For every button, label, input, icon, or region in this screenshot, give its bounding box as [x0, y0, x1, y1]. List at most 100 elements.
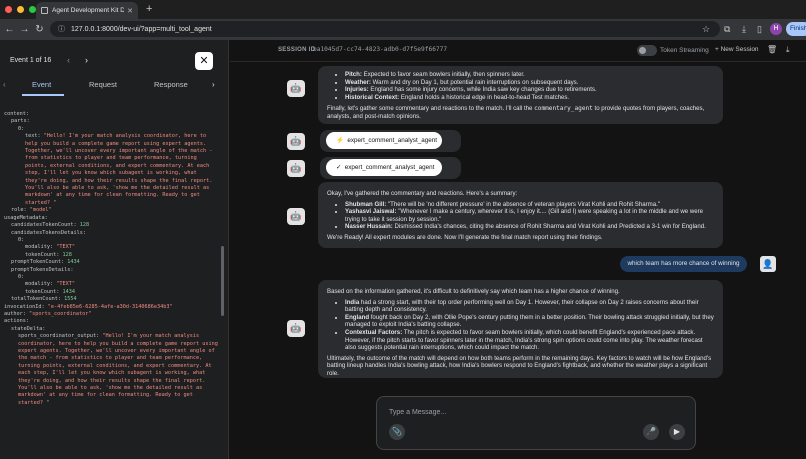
json-tree-line: modality: "TEXT": [4, 281, 220, 288]
bot-avatar-icon: 🤖: [287, 208, 305, 225]
item-text: had a strong start, with their top order…: [345, 298, 699, 314]
item-text: fought back on Day 2, with Ollie Pope's …: [345, 313, 714, 329]
bookmark-star-icon[interactable]: ☆: [702, 24, 710, 35]
tab-request[interactable]: Request: [89, 80, 117, 89]
json-value: "e-4feb85e6-6285-4afe-a30d-3140686e34b3": [47, 303, 173, 310]
list-item: Nasser Hussain: Dismissed India's chance…: [345, 223, 714, 231]
json-tree-line: 0:: [4, 126, 220, 133]
microphone-icon[interactable]: 🎤: [643, 424, 659, 440]
message-text: Okay, I've gathered the commentary and r…: [327, 190, 518, 197]
message-input[interactable]: Type a Message...: [389, 409, 446, 416]
json-value: "TEXT": [56, 244, 75, 251]
json-key: sports_coordinator_output:: [18, 333, 100, 340]
panel-scrollbar[interactable]: [221, 246, 224, 316]
json-key: candidatesTokenCount:: [11, 222, 77, 229]
item-heading: Historical Context:: [345, 93, 400, 101]
download-icon[interactable]: ⤓: [786, 45, 790, 55]
item-heading: India: [345, 298, 360, 306]
user-message: which team has more chance of winning: [620, 256, 747, 272]
json-tree-line: usageMetadata:: [4, 215, 220, 222]
next-event-icon[interactable]: ›: [85, 55, 88, 65]
json-key: tokenCount:: [25, 251, 60, 258]
json-tree-line: text: "Hello! I'm your match analysis co…: [4, 133, 220, 207]
json-tree-line: modality: "TEXT": [4, 244, 220, 251]
window-minimize-dot[interactable]: [17, 6, 24, 13]
tabs-scroll-right-icon[interactable]: ›: [212, 80, 215, 89]
new-session-label: New Session: [720, 46, 759, 53]
function-response-chip[interactable]: ✓ expert_comment_analyst_agent: [326, 159, 442, 176]
previous-event-icon[interactable]: ‹: [67, 55, 70, 65]
json-key: parts:: [11, 118, 30, 125]
downloads-icon[interactable]: ⤓: [742, 24, 746, 35]
token-streaming-label: Token Streaming: [660, 47, 709, 54]
sidepanel-icon[interactable]: ▯: [757, 24, 762, 35]
list-item: Contextual Factors: The pitch is expecte…: [345, 329, 714, 352]
reload-icon[interactable]: ↻: [32, 24, 47, 35]
session-id-value: ba1045d7-cc74-4823-adb0-d7f5e9f66777: [313, 46, 448, 53]
delete-session-icon[interactable]: 🗑: [767, 45, 777, 54]
new-tab-icon[interactable]: +: [146, 3, 152, 15]
event-json-tree: content: parts: 0: text: "Hello! I'm your m…: [4, 111, 220, 407]
json-tree-line: candidatesTokensDetails:: [4, 230, 220, 237]
item-heading: Contextual Factors:: [345, 328, 403, 336]
json-tree-line: actions:: [4, 318, 220, 325]
function-response-label: expert_comment_analyst_agent: [344, 164, 435, 171]
json-tree-line: content:: [4, 111, 220, 118]
site-info-icon[interactable]: ⓘ: [58, 24, 65, 34]
item-heading: England: [345, 313, 370, 321]
json-key: modality:: [25, 244, 54, 251]
json-tree-line: tokenCount: 1434: [4, 289, 220, 296]
json-key: 0:: [18, 125, 25, 132]
item-text: England has some injury concerns, while …: [368, 86, 597, 94]
json-value: "Hello! I'm your match analysis coordina…: [18, 333, 218, 406]
json-tree-line: parts:: [4, 118, 220, 125]
json-key: text:: [25, 133, 41, 140]
close-panel-button[interactable]: ✕: [195, 52, 213, 70]
json-tree-line: totalTokenCount: 1554: [4, 296, 220, 303]
json-tree-line: candidatesTokenCount: 128: [4, 222, 220, 229]
inspector-tabs: ‹ Event Request Response ›: [0, 76, 229, 96]
list-item: England fought back on Day 2, with Ollie…: [345, 314, 714, 329]
json-key: promptTokenCount:: [11, 259, 65, 266]
back-icon[interactable]: ←: [2, 24, 17, 35]
browser-tab[interactable]: Agent Development Kit Dev UI ✕: [36, 2, 138, 19]
json-value: "TEXT": [56, 281, 75, 288]
json-key: actions:: [4, 318, 29, 325]
list-item: India had a strong start, with their top…: [345, 299, 714, 314]
json-tree-line: promptTokenCount: 1434: [4, 259, 220, 266]
tab-response[interactable]: Response: [154, 80, 188, 89]
json-tree-line: role: "model": [4, 207, 220, 214]
json-key: usageMetadata:: [4, 214, 48, 221]
tabs-scroll-left-icon[interactable]: ‹: [3, 80, 6, 89]
json-value: 1554: [64, 296, 77, 303]
forward-icon[interactable]: →: [17, 24, 32, 35]
user-avatar-icon: 👤: [760, 256, 776, 272]
bot-avatar-icon: 🤖: [287, 160, 305, 177]
list-item: Yashasvi Jaiswal: "Whenever I make a cen…: [345, 208, 714, 223]
json-value: "sports_coordinator": [29, 310, 92, 317]
profile-avatar[interactable]: H: [770, 23, 782, 35]
token-streaming-toggle[interactable]: [637, 45, 657, 56]
item-text: "There will be 'no different pressure' i…: [386, 200, 660, 208]
tab-event[interactable]: Event: [32, 80, 51, 89]
json-tree-line: 0:: [4, 237, 220, 244]
tab-close-icon[interactable]: ✕: [127, 7, 133, 15]
message-input-box[interactable]: Type a Message... 📎 🎤 ▶: [376, 396, 696, 450]
function-call-chip[interactable]: ⚡ expert_comment_analyst_agent: [326, 132, 442, 149]
video-camera-icon[interactable]: ▶: [669, 424, 685, 440]
session-id-label: SESSION ID: [278, 47, 316, 53]
url-field[interactable]: ⓘ 127.0.0.1:8000/dev-ui/?app=multi_tool_…: [50, 21, 720, 37]
check-icon: ✓: [336, 164, 342, 171]
list-item: Injuries: England has some injury concer…: [345, 86, 714, 94]
extensions-icon[interactable]: ⧉: [724, 24, 730, 35]
attach-icon[interactable]: 📎: [389, 424, 405, 440]
json-value: "model": [29, 207, 52, 214]
finish-button[interactable]: Finish: [786, 22, 806, 36]
new-session-button[interactable]: + New Session: [715, 46, 759, 53]
json-value: 1434: [62, 288, 75, 295]
window-close-dot[interactable]: [5, 6, 12, 13]
json-tree-line: sports_coordinator_output: "Hello! I'm y…: [4, 333, 220, 407]
window-maximize-dot[interactable]: [29, 6, 36, 13]
message-text: Based on the information gathered, it's …: [327, 288, 620, 295]
url-text: 127.0.0.1:8000/dev-ui/?app=multi_tool_ag…: [71, 25, 212, 33]
